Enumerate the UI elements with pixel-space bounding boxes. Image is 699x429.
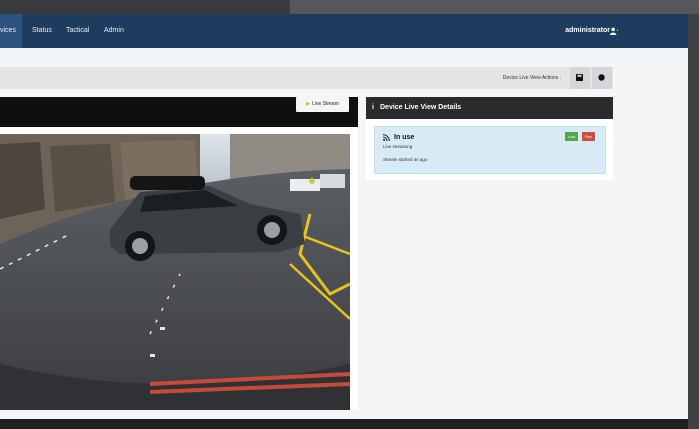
rss-icon [383, 134, 390, 141]
app-screen: vices Status Tactical Admin administrato… [0, 14, 688, 419]
record-icon [598, 74, 605, 81]
actions-label: Device Live View Actions : [502, 75, 561, 81]
save-icon [576, 74, 583, 81]
nav-admin[interactable]: Admin [104, 14, 124, 48]
details-title: Device Live View Details [380, 104, 462, 111]
device-details-panel: i Device Live View Details In use Live st… [366, 97, 613, 180]
top-navbar: vices Status Tactical Admin administrato… [0, 14, 688, 48]
snapshot-button[interactable] [570, 67, 590, 89]
play-icon: ▶ [306, 101, 311, 107]
actions-toolbar: Device Live View Actions : [0, 67, 613, 89]
user-menu[interactable]: administrator [565, 14, 610, 48]
video-header: ▶ Live Stream [0, 97, 358, 127]
live-video-panel: ▶ Live Stream [0, 97, 358, 410]
stream-started: Stream started 4s ago [383, 157, 428, 162]
nav-devices[interactable]: vices [0, 14, 22, 48]
status-label: In use [394, 134, 415, 141]
record-button[interactable] [592, 67, 612, 89]
live-stream-button[interactable]: ▶ Live Stream [296, 97, 349, 112]
stream-status-box: In use Live streaming Stream started 4s … [374, 126, 606, 174]
rec-badge: Rec [582, 132, 596, 141]
live-stream-label: Live Stream [312, 101, 339, 107]
status-substatus: Live streaming [383, 144, 413, 149]
user-icon[interactable] [610, 27, 618, 35]
details-header: i Device Live View Details [366, 97, 613, 119]
nav-status[interactable]: Status [32, 14, 52, 48]
monitor-bezel-top [290, 0, 699, 14]
live-video-feed[interactable] [0, 134, 350, 410]
live-badge: Live [565, 132, 579, 141]
monitor-bezel-right [688, 14, 699, 429]
nav-tactical[interactable]: Tactical [66, 14, 89, 48]
info-icon: i [372, 104, 374, 111]
